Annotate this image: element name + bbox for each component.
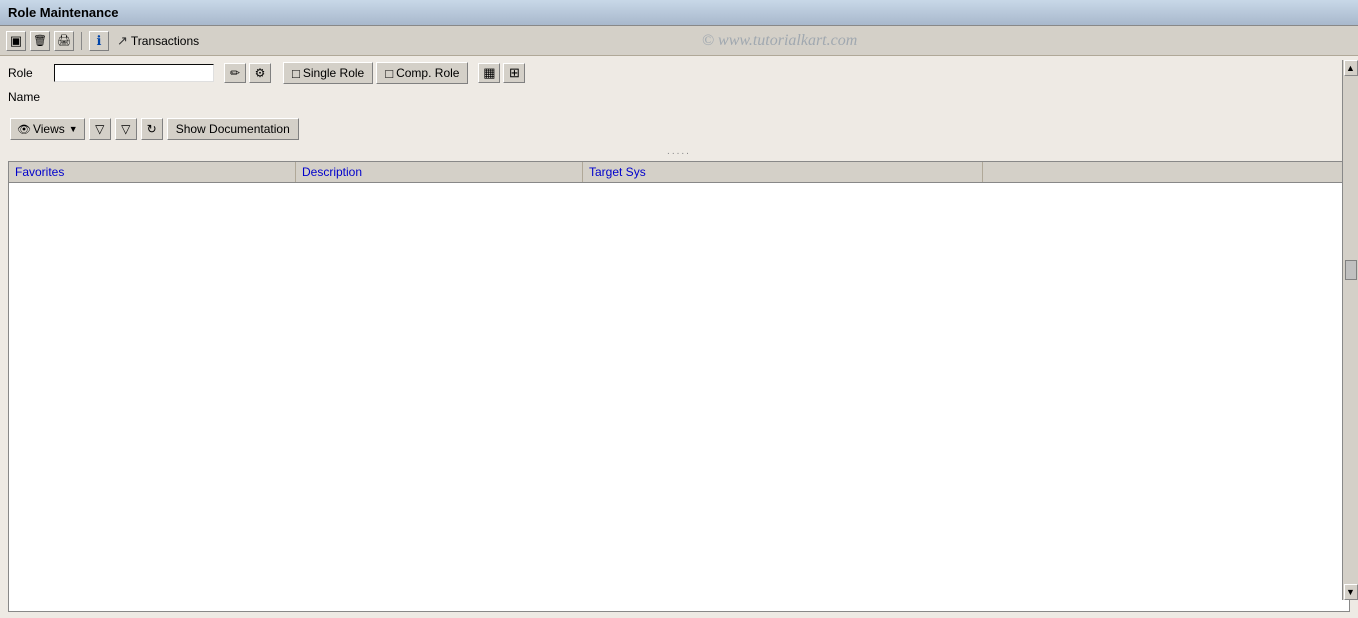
table-header: Favorites Description Target Sys — [9, 162, 1349, 183]
single-role-label: Single Role — [303, 66, 364, 80]
comp-role-icon: □ — [385, 66, 393, 81]
main-table: Favorites Description Target Sys — [8, 161, 1350, 612]
watermark-text: © www.tutorialkart.com — [207, 32, 1352, 50]
filter-button[interactable]: ▽ — [89, 118, 111, 140]
separator-1 — [81, 32, 82, 50]
chevron-down-icon: ▼ — [69, 124, 78, 134]
window-title: Role Maintenance — [8, 5, 119, 20]
show-documentation-label: Show Documentation — [176, 122, 290, 136]
print-icon: 🖨 — [57, 34, 71, 47]
save-button[interactable] — [6, 31, 26, 51]
grid1-button[interactable]: ▦ — [478, 63, 500, 83]
col-header-targetsys: Target Sys — [583, 162, 983, 182]
table-body — [9, 183, 1349, 608]
refresh-button[interactable]: ↻ — [141, 118, 163, 140]
edit-icon: ✏ — [230, 66, 240, 80]
col-header-description: Description — [296, 162, 583, 182]
col-header-favorites: Favorites — [9, 162, 296, 182]
dots-separator: ..... — [8, 146, 1350, 157]
info-button[interactable] — [89, 31, 109, 51]
transactions-arrow-icon: ↗ — [117, 33, 128, 49]
filter2-button[interactable]: ▽ — [115, 118, 137, 140]
filter-icon: ▽ — [95, 122, 104, 136]
views-button[interactable]: 👁 Views ▼ — [10, 118, 85, 140]
refresh-icon: ↻ — [147, 122, 157, 136]
views-label: Views — [33, 122, 65, 136]
content-area: Role ✏ ⚙ □ Single Role □ Comp. Role — [0, 56, 1358, 618]
save-icon — [10, 33, 22, 49]
comp-role-label: Comp. Role — [396, 66, 459, 80]
settings-icon: ⚙ — [255, 66, 266, 80]
delete-button[interactable]: 🗑 — [30, 31, 50, 51]
comp-role-button[interactable]: □ Comp. Role — [376, 62, 468, 84]
settings-button[interactable]: ⚙ — [249, 63, 271, 83]
separator-dots: ..... — [667, 146, 691, 157]
views-icon: 👁 — [17, 123, 31, 136]
title-bar: Role Maintenance — [0, 0, 1358, 26]
transactions-button[interactable]: ↗ Transactions — [113, 32, 203, 50]
role-actions: ✏ ⚙ □ Single Role □ Comp. Role ▦ — [224, 62, 525, 84]
single-role-button[interactable]: □ Single Role — [283, 62, 373, 84]
main-window: Role Maintenance 🗑 🖨 ↗ Transactions © ww… — [0, 0, 1358, 618]
info-icon — [97, 33, 102, 49]
transactions-label: Transactions — [131, 34, 199, 48]
role-label: Role — [8, 66, 48, 80]
grid2-button[interactable]: ⊞ — [503, 63, 525, 83]
grid2-icon: ⊞ — [509, 65, 520, 81]
filter2-icon: ▽ — [121, 122, 130, 136]
role-row: Role ✏ ⚙ □ Single Role □ Comp. Role — [8, 62, 1350, 84]
scroll-down-button[interactable]: ▼ — [1344, 584, 1358, 600]
role-input[interactable] — [54, 64, 214, 82]
single-role-icon: □ — [292, 66, 300, 81]
scrollbar[interactable]: ▲ ▼ — [1342, 60, 1358, 600]
scroll-up-button[interactable]: ▲ — [1344, 60, 1358, 76]
secondary-toolbar: 👁 Views ▼ ▽ ▽ ↻ Show Documentation — [8, 114, 1350, 144]
name-row: Name — [8, 88, 1350, 106]
print-button[interactable]: 🖨 — [54, 31, 74, 51]
grid1-icon: ▦ — [483, 65, 495, 81]
delete-icon: 🗑 — [33, 34, 47, 47]
col-header-extra — [983, 162, 1349, 182]
show-documentation-button[interactable]: Show Documentation — [167, 118, 299, 140]
name-label: Name — [8, 90, 48, 104]
edit-button[interactable]: ✏ — [224, 63, 246, 83]
scroll-thumb[interactable] — [1345, 260, 1357, 280]
main-toolbar: 🗑 🖨 ↗ Transactions © www.tutorialkart.co… — [0, 26, 1358, 56]
